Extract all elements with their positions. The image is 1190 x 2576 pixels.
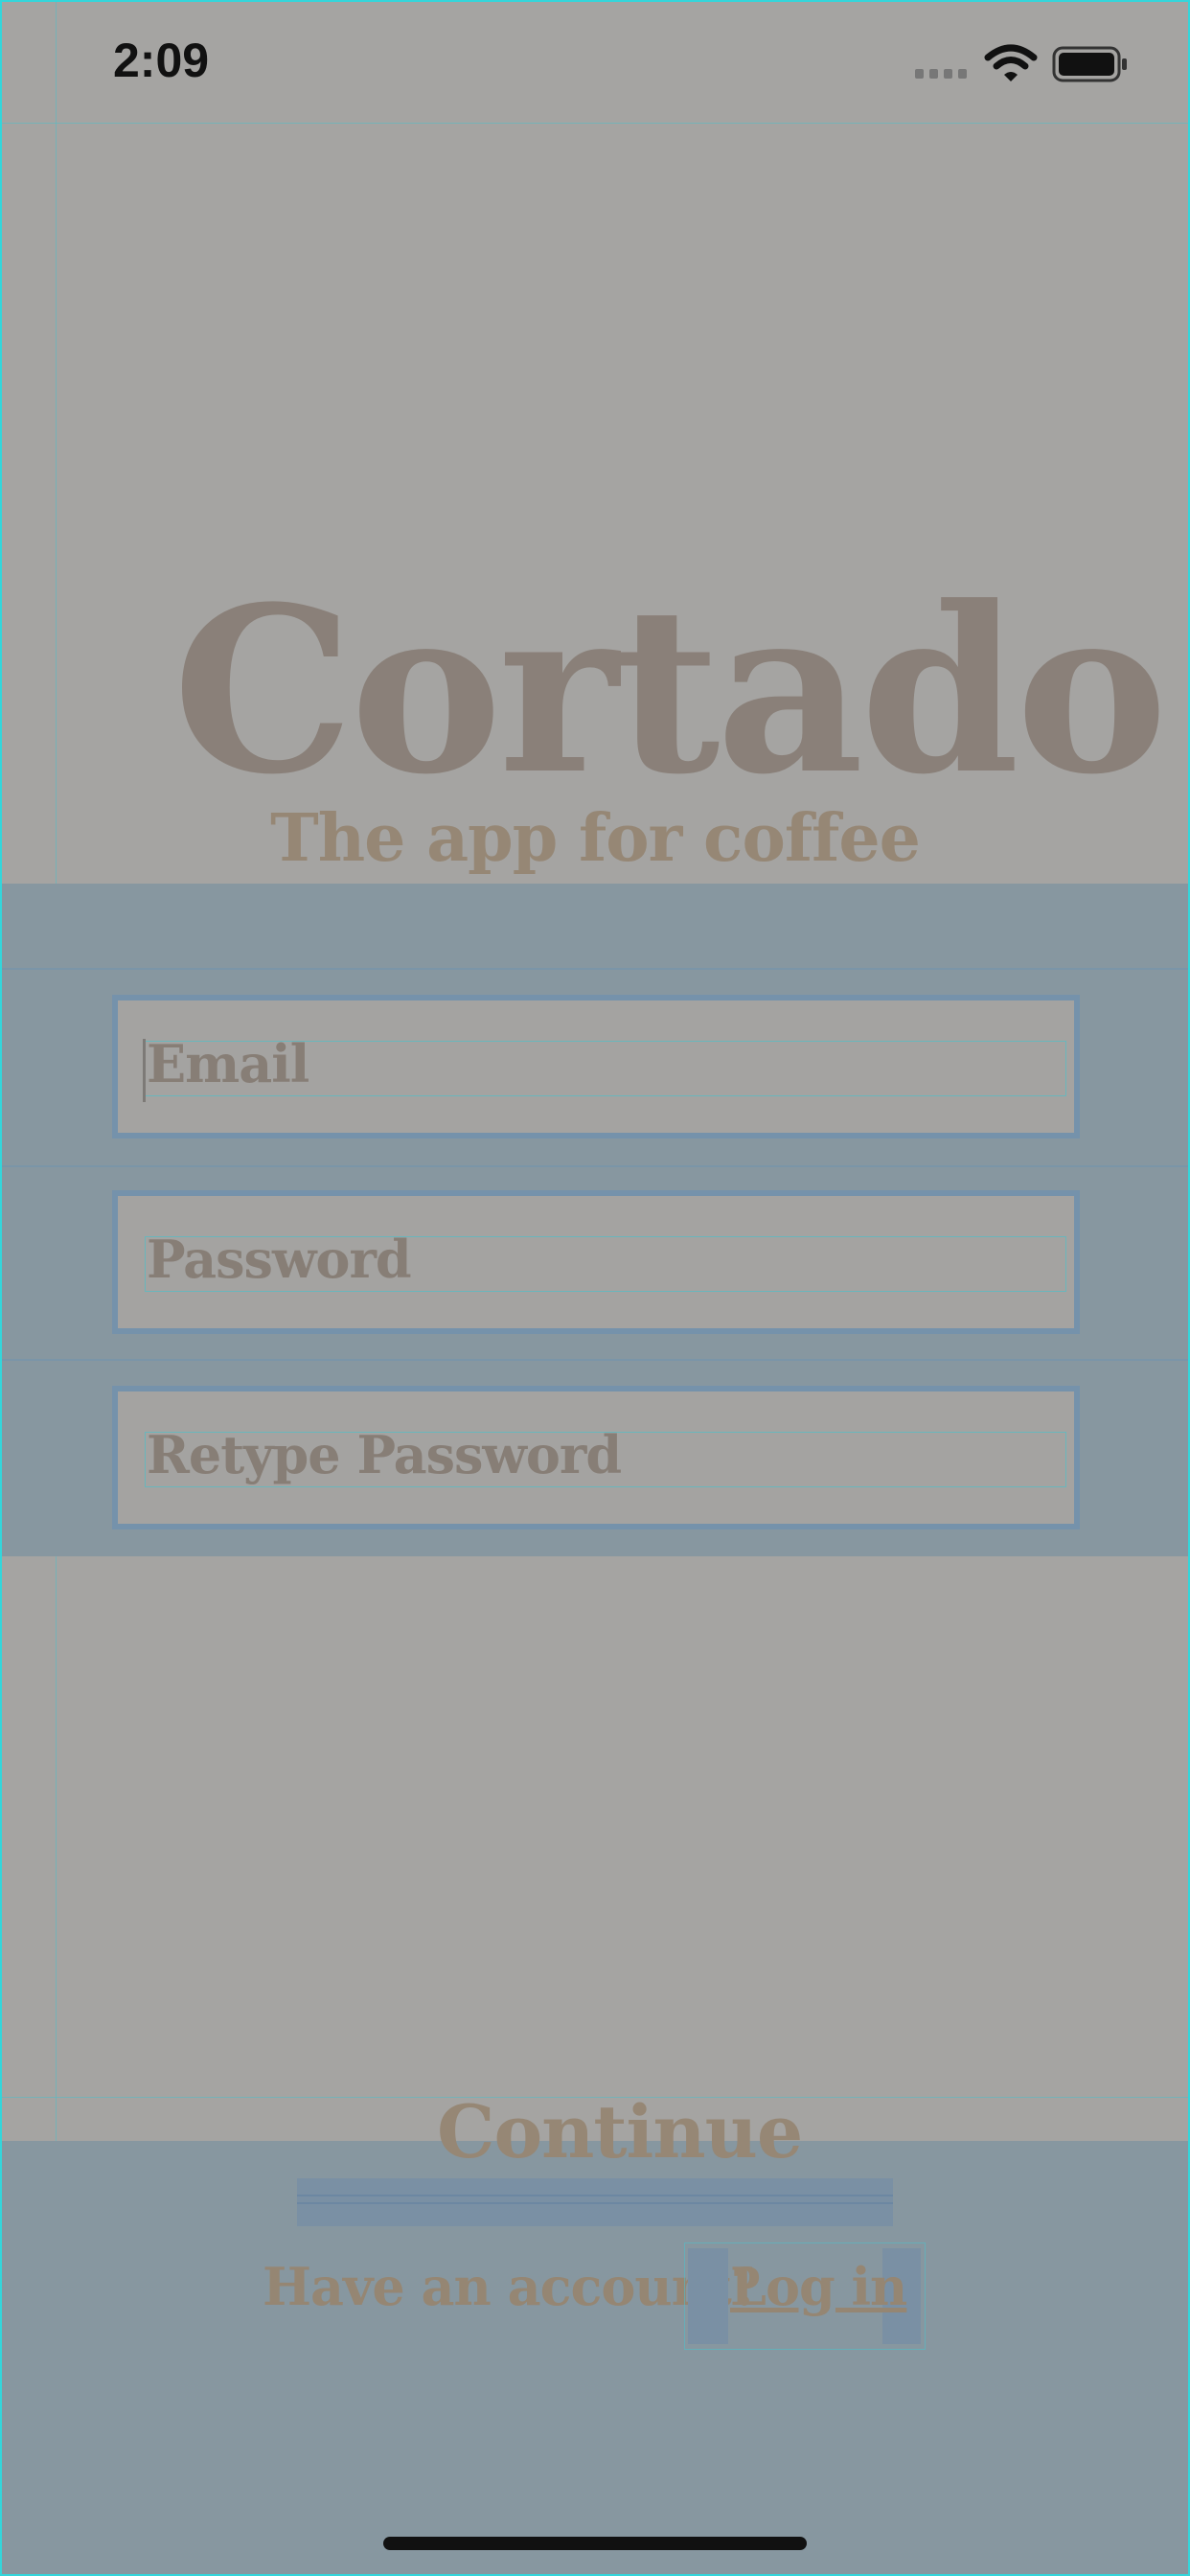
status-bar: 2:09 — [0, 0, 1190, 125]
retype-password-placeholder: Retype Password — [147, 1424, 622, 1485]
wifi-icon — [984, 44, 1038, 81]
password-field[interactable]: Password — [112, 1190, 1080, 1334]
email-placeholder: Email — [147, 1033, 309, 1094]
login-link[interactable]: Log in — [730, 2256, 907, 2317]
retype-password-field[interactable]: Retype Password — [112, 1386, 1080, 1530]
continue-button[interactable]: Continue — [437, 2094, 803, 2171]
divider — [2, 1359, 1188, 1361]
divider — [2, 1165, 1188, 1167]
status-time: 2:09 — [113, 34, 210, 87]
password-placeholder: Password — [147, 1229, 412, 1290]
cellular-signal-icon — [915, 69, 967, 79]
signup-form: Email Password Retype Password — [2, 884, 1188, 1556]
divider — [297, 2202, 893, 2204]
divider — [2, 968, 1188, 970]
app-title: Cortado — [172, 558, 1168, 825]
login-padding — [688, 2248, 728, 2344]
text-cursor — [143, 1039, 146, 1102]
home-indicator — [383, 2537, 807, 2550]
battery-icon — [1052, 46, 1127, 82]
email-field[interactable]: Email — [112, 995, 1080, 1138]
divider — [297, 2195, 893, 2196]
